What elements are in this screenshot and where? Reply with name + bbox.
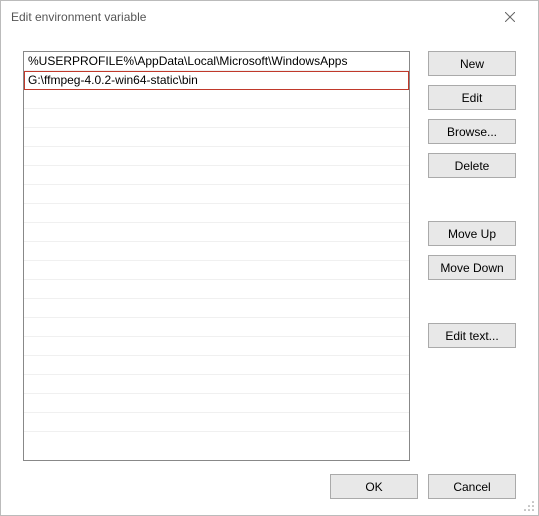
list-row[interactable] [24, 280, 409, 299]
list-row[interactable] [24, 242, 409, 261]
list-row[interactable] [24, 185, 409, 204]
list-row[interactable] [24, 413, 409, 432]
list-row[interactable] [24, 166, 409, 185]
resize-grip[interactable] [523, 500, 535, 512]
close-button[interactable] [490, 3, 530, 31]
delete-button[interactable]: Delete [428, 153, 516, 178]
list-row[interactable] [24, 299, 409, 318]
list-row[interactable] [24, 90, 409, 109]
path-listbox[interactable]: %USERPROFILE%\AppData\Local\Microsoft\Wi… [23, 51, 410, 461]
window-title: Edit environment variable [11, 10, 490, 24]
new-button[interactable]: New [428, 51, 516, 76]
list-row[interactable] [24, 375, 409, 394]
list-row[interactable]: G:\ffmpeg-4.0.2-win64-static\bin [24, 71, 409, 90]
dialog-footer: OK Cancel [330, 474, 516, 499]
side-button-panel: New Edit Browse... Delete Move Up Move D… [428, 51, 516, 461]
list-row[interactable]: %USERPROFILE%\AppData\Local\Microsoft\Wi… [24, 52, 409, 71]
list-row[interactable] [24, 356, 409, 375]
edit-text-button[interactable]: Edit text... [428, 323, 516, 348]
list-row[interactable] [24, 109, 409, 128]
list-row[interactable] [24, 223, 409, 242]
browse-button[interactable]: Browse... [428, 119, 516, 144]
list-row[interactable] [24, 261, 409, 280]
list-row[interactable] [24, 394, 409, 413]
move-up-button[interactable]: Move Up [428, 221, 516, 246]
dialog-content: %USERPROFILE%\AppData\Local\Microsoft\Wi… [23, 51, 516, 461]
cancel-button[interactable]: Cancel [428, 474, 516, 499]
list-row[interactable] [24, 147, 409, 166]
list-row[interactable] [24, 128, 409, 147]
close-icon [505, 12, 515, 22]
list-row[interactable] [24, 337, 409, 356]
ok-button[interactable]: OK [330, 474, 418, 499]
list-row[interactable] [24, 318, 409, 337]
edit-button[interactable]: Edit [428, 85, 516, 110]
list-row[interactable] [24, 204, 409, 223]
titlebar: Edit environment variable [1, 1, 538, 33]
move-down-button[interactable]: Move Down [428, 255, 516, 280]
